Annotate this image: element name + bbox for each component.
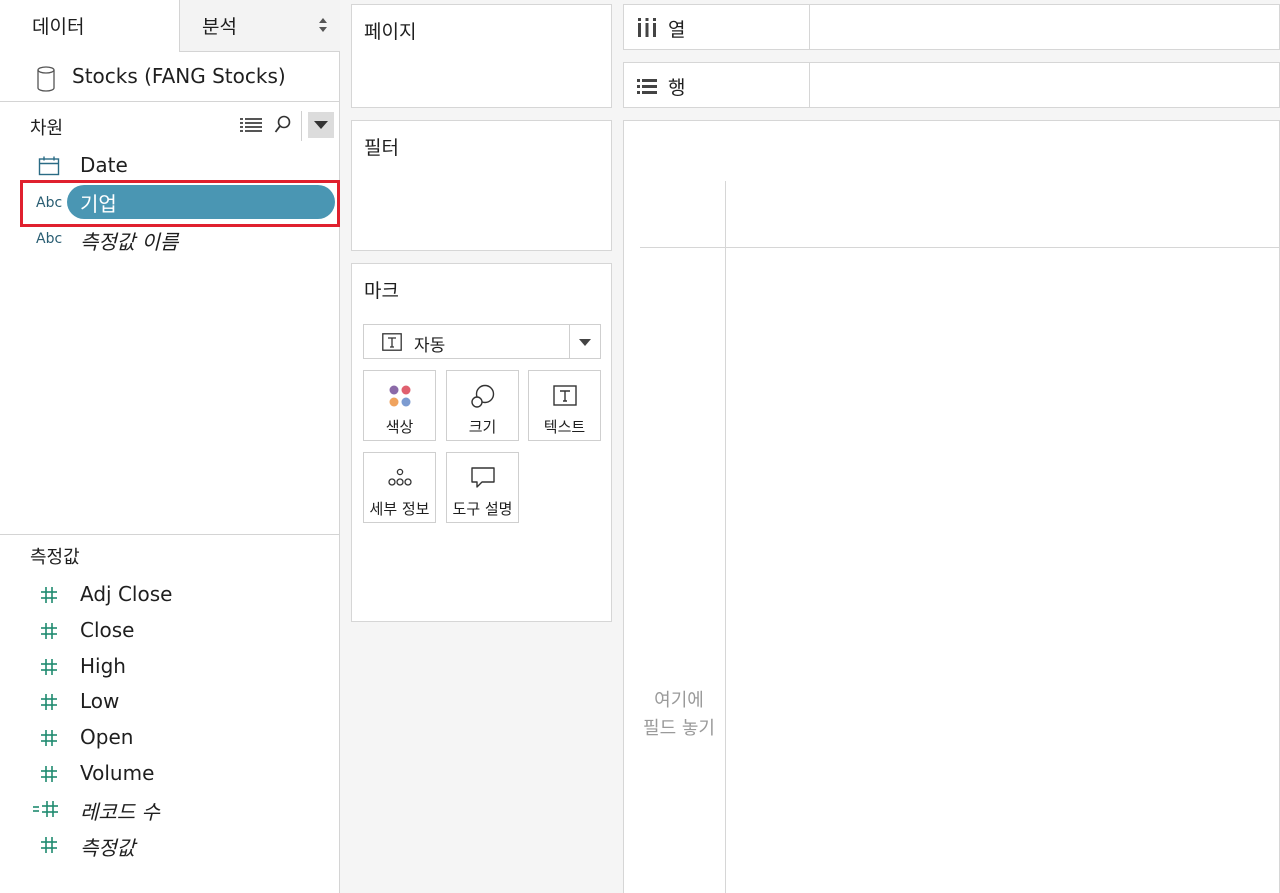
number-hash-icon <box>41 837 57 853</box>
highlight-annotation <box>20 180 340 227</box>
detail-button[interactable]: 세부 정보 <box>363 452 436 523</box>
color-dots-icon <box>389 385 411 407</box>
database-icon <box>37 66 55 92</box>
shelf-divider <box>809 5 810 49</box>
measure-field-high[interactable]: High <box>0 650 339 684</box>
tab-analysis[interactable]: 분석 <box>179 0 340 52</box>
list-view-icon[interactable] <box>240 117 262 133</box>
tooltip-label: 도구 설명 <box>452 500 513 518</box>
dimension-field-measure-names[interactable]: Abc 측정값 이름 <box>0 222 339 256</box>
drop-field-hint: 여기에 필드 놓기 <box>634 687 724 743</box>
dimensions-title: 차원 <box>30 118 64 139</box>
worksheet-view[interactable]: 여기에 필드 놓기 <box>623 120 1280 893</box>
text-button[interactable]: 텍스트 <box>528 370 601 441</box>
data-pane: 데이터 분석 Stocks (FANG Stocks) 차원 Date Abc … <box>0 0 340 893</box>
marks-card: 마크 자동 색상 크기 텍스트 세부 정보 도구 설명 <box>351 263 612 622</box>
toolbar-separator <box>301 111 302 141</box>
field-label: 레코드 수 <box>80 800 160 824</box>
size-label: 크기 <box>468 418 497 436</box>
size-circles-icon <box>471 384 495 408</box>
tab-analysis-label: 분석 <box>202 16 237 38</box>
drop-hint-line: 여기에 <box>654 690 704 711</box>
field-label: High <box>80 654 126 678</box>
dimensions-menu-button[interactable] <box>308 112 334 138</box>
tab-data-label: 데이터 <box>32 16 85 38</box>
measure-field-open[interactable]: Open <box>0 721 339 755</box>
view-grid-line <box>725 181 726 893</box>
detail-dots-icon <box>388 468 412 486</box>
number-hash-icon <box>41 694 57 710</box>
measures-title: 측정값 <box>30 547 80 568</box>
dropdown-divider <box>569 325 570 358</box>
text-label-icon <box>553 385 577 406</box>
measure-field-adj-close[interactable]: Adj Close <box>0 578 339 612</box>
caret-down-icon <box>314 121 328 129</box>
pages-title: 페이지 <box>364 21 417 43</box>
text-label: 텍스트 <box>543 418 586 436</box>
caret-down-icon <box>579 339 591 346</box>
tooltip-bubble-icon <box>471 467 495 488</box>
number-hash-icon <box>41 730 57 746</box>
datasource-item[interactable]: Stocks (FANG Stocks) <box>0 52 339 102</box>
measure-field-low[interactable]: Low <box>0 685 339 719</box>
color-label: 색상 <box>385 418 414 436</box>
tab-data[interactable]: 데이터 <box>0 0 179 52</box>
mark-type-dropdown[interactable]: 자동 <box>363 324 601 359</box>
measure-field-volume[interactable]: Volume <box>0 757 339 791</box>
calendar-icon <box>38 156 60 176</box>
measure-field-measure-values[interactable]: 측정값 <box>0 828 339 862</box>
color-button[interactable]: 색상 <box>363 370 436 441</box>
field-label: Low <box>80 689 120 713</box>
section-divider <box>0 534 339 535</box>
number-hash-icon <box>41 659 57 675</box>
tooltip-button[interactable]: 도구 설명 <box>446 452 519 523</box>
rows-icon <box>637 79 657 94</box>
measure-field-record-count[interactable]: 레코드 수 <box>0 792 339 826</box>
datasource-label: Stocks (FANG Stocks) <box>72 64 286 88</box>
dimension-field-date[interactable]: Date <box>0 149 339 183</box>
detail-label: 세부 정보 <box>369 500 430 518</box>
field-label: Adj Close <box>80 582 173 606</box>
field-label: Close <box>80 618 135 642</box>
rows-label: 행 <box>668 77 686 99</box>
field-label: 측정값 이름 <box>80 230 179 254</box>
number-hash-icon <box>41 766 57 782</box>
marks-title: 마크 <box>364 280 399 302</box>
rows-shelf[interactable]: 행 <box>623 62 1280 108</box>
mark-type-value: 자동 <box>414 336 446 356</box>
field-label: Open <box>80 725 134 749</box>
size-button[interactable]: 크기 <box>446 370 519 441</box>
field-label: Date <box>80 153 128 177</box>
filters-title: 필터 <box>364 137 399 159</box>
measure-field-close[interactable]: Close <box>0 614 339 648</box>
string-type-icon: Abc <box>36 231 63 247</box>
number-hash-icon <box>41 623 57 639</box>
filters-card[interactable]: 필터 <box>351 120 612 251</box>
calculated-number-icon <box>33 801 58 817</box>
field-label: Volume <box>80 761 155 785</box>
drop-hint-line: 필드 놓기 <box>643 718 715 739</box>
pages-card[interactable]: 페이지 <box>351 4 612 108</box>
number-hash-icon <box>41 587 57 603</box>
columns-shelf[interactable]: 열 <box>623 4 1280 50</box>
shelf-divider <box>809 63 810 107</box>
columns-icon <box>638 18 656 37</box>
search-icon[interactable] <box>274 115 292 135</box>
sort-updown-icon <box>319 18 327 32</box>
view-grid-line <box>640 247 1280 248</box>
text-mark-icon <box>382 333 402 351</box>
field-label: 측정값 <box>80 836 136 860</box>
columns-label: 열 <box>668 19 686 41</box>
